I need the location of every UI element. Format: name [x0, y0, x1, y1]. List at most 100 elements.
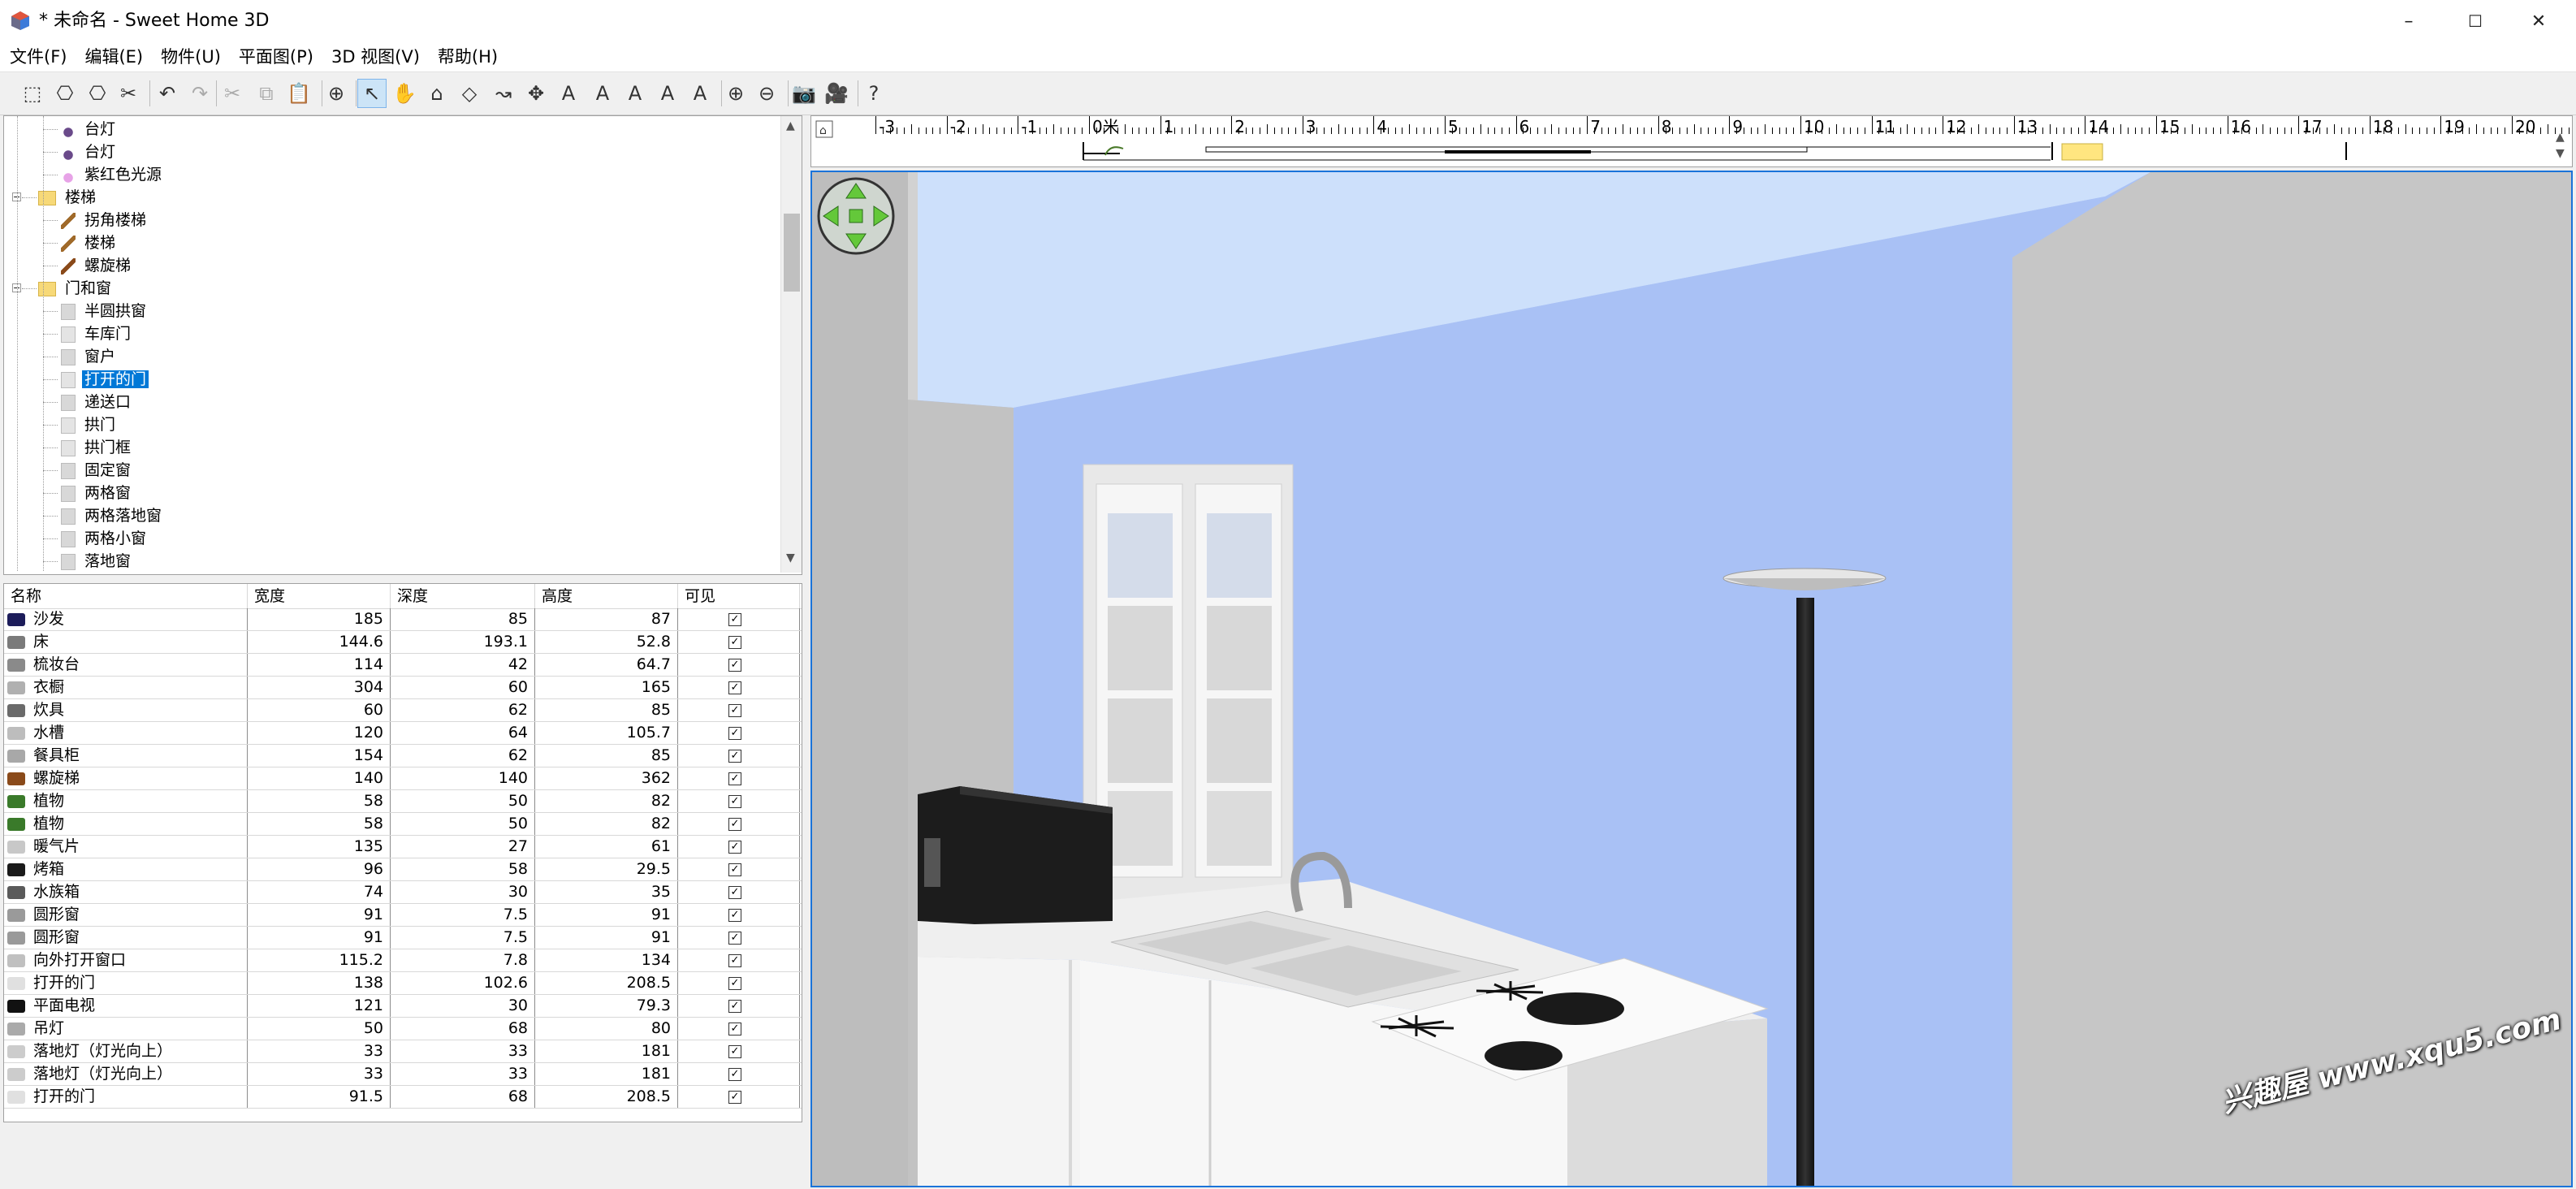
table-row[interactable]: 烤箱 96 58 29.5 ✓ [4, 858, 802, 881]
plan-scroll-down-icon[interactable]: ▼ [2556, 147, 2565, 160]
tree-scroll-thumb[interactable] [784, 214, 800, 292]
increase-text-icon[interactable]: A [588, 79, 617, 108]
copy-icon[interactable]: ⧉ [252, 79, 281, 108]
paste-icon[interactable]: 📋 [284, 79, 313, 108]
visible-checkbox[interactable]: ✓ [728, 977, 741, 990]
table-row[interactable]: 螺旋梯 140 140 362 ✓ [4, 767, 802, 790]
new-home-icon[interactable]: ⬚ [18, 79, 47, 108]
vertical-splitter[interactable] [804, 115, 810, 1187]
visible-checkbox[interactable]: ✓ [728, 932, 741, 945]
table-row[interactable]: 植物 58 50 82 ✓ [4, 813, 802, 836]
tree-item[interactable]: 固定窗 [61, 459, 133, 482]
open-icon[interactable]: ⎔ [50, 79, 80, 108]
furniture-catalog-tree[interactable]: 台灯 台灯 紫红色光源 楼梯 − 拐角楼梯 楼梯 螺旋梯 门和窗 − 半圆拱窗 车库门 窗户 打开的门 递送… [3, 115, 802, 575]
scroll-up-icon[interactable]: ▲ [786, 119, 795, 132]
visible-checkbox[interactable]: ✓ [728, 681, 741, 694]
table-row[interactable]: 落地灯（灯光向上） 33 33 181 ✓ [4, 1063, 802, 1086]
furniture-table[interactable]: 名称 宽度 深度 高度 可见 沙发 185 85 87 ✓ 床 144.6 193.1 52.8… [3, 583, 802, 1122]
select-icon[interactable]: ↖ [357, 79, 387, 108]
table-row[interactable]: 梳妆台 114 42 64.7 ✓ [4, 654, 802, 677]
scroll-down-icon[interactable]: ▼ [786, 551, 795, 564]
menu-file[interactable]: 文件(F) [0, 42, 75, 71]
tree-item[interactable]: 台灯 [61, 118, 118, 141]
tree-item[interactable]: 递送口 [61, 391, 133, 413]
undo-icon[interactable]: ↶ [153, 79, 182, 108]
cut-tool-icon[interactable]: ✂ [114, 79, 143, 108]
visible-checkbox[interactable]: ✓ [728, 818, 741, 831]
visible-checkbox[interactable]: ✓ [728, 727, 741, 740]
visible-checkbox[interactable]: ✓ [728, 1068, 741, 1081]
plan-scroll-up-icon[interactable]: ▲ [2556, 131, 2565, 144]
column-visible[interactable]: 可见 [678, 584, 800, 608]
visible-checkbox[interactable]: ✓ [728, 795, 741, 808]
decrease-text-icon[interactable]: A [620, 79, 650, 108]
visible-checkbox[interactable]: ✓ [728, 750, 741, 763]
minimize-button[interactable]: – [2371, 0, 2446, 42]
bold-icon[interactable]: A [653, 79, 682, 108]
tree-item[interactable]: 打开的门 [61, 368, 150, 391]
tree-item[interactable]: 紫红色光源 [61, 163, 164, 186]
create-dimensions-icon[interactable]: ✥ [521, 79, 551, 108]
visible-checkbox[interactable]: ✓ [728, 704, 741, 717]
menu-plan[interactable]: 平面图(P) [229, 42, 322, 71]
tree-item[interactable]: 两格小窗 [61, 527, 149, 550]
tree-item[interactable]: 两格落地窗 [61, 504, 164, 527]
help-icon[interactable]: ? [859, 79, 888, 108]
visible-checkbox[interactable]: ✓ [728, 1023, 741, 1036]
zoom-in-icon[interactable]: ⊕ [721, 79, 750, 108]
add-furniture-icon[interactable]: ⊕ [322, 79, 351, 108]
tree-item[interactable]: 半圆拱窗 [61, 300, 149, 322]
table-row[interactable]: 水槽 120 64 105.7 ✓ [4, 722, 802, 745]
tree-item[interactable]: 拱门 [61, 413, 118, 436]
menu-3d-view[interactable]: 3D 视图(V) [322, 42, 428, 71]
visible-checkbox[interactable]: ✓ [728, 1000, 741, 1013]
photo-icon[interactable]: 📷 [789, 79, 819, 108]
create-polylines-icon[interactable]: ↝ [489, 79, 518, 108]
table-row[interactable]: 床 144.6 193.1 52.8 ✓ [4, 631, 802, 654]
table-row[interactable]: 向外打开窗口 115.2 7.8 134 ✓ [4, 949, 802, 972]
table-row[interactable]: 圆形窗 91 7.5 91 ✓ [4, 904, 802, 927]
visible-checkbox[interactable]: ✓ [728, 841, 741, 854]
tree-item[interactable]: 车库门 [61, 322, 133, 345]
tree-item[interactable]: 落地窗 [61, 550, 133, 573]
table-row[interactable]: 打开的门 91.5 68 208.5 ✓ [4, 1086, 802, 1109]
tree-item[interactable]: 螺旋梯 [61, 254, 133, 277]
redo-icon[interactable]: ↷ [185, 79, 214, 108]
create-walls-icon[interactable]: ⌂ [422, 79, 452, 108]
visible-checkbox[interactable]: ✓ [728, 1091, 741, 1104]
table-row[interactable]: 打开的门 138 102.6 208.5 ✓ [4, 972, 802, 995]
menu-edit[interactable]: 编辑(E) [75, 42, 151, 71]
tree-scrollbar[interactable]: ▲ ▼ [780, 116, 802, 573]
save-icon[interactable]: ⎔ [83, 79, 112, 108]
table-row[interactable]: 餐具柜 154 62 85 ✓ [4, 745, 802, 767]
cut-icon[interactable]: ✂ [218, 79, 247, 108]
table-row[interactable]: 平面电视 121 30 79.3 ✓ [4, 995, 802, 1018]
column-width[interactable]: 宽度 [248, 584, 391, 608]
tree-category[interactable]: 门和窗 [38, 277, 114, 300]
tree-item[interactable]: 窗户 [61, 345, 118, 368]
tree-category[interactable]: 楼梯 [38, 186, 98, 209]
visible-checkbox[interactable]: ✓ [728, 954, 741, 967]
table-row[interactable]: 炊具 60 62 85 ✓ [4, 699, 802, 722]
plan-view[interactable]: ⌂ -3 -2 -1 0米 1 2 3 4 5 6 7 8 9 10 11 12 13 14 15 16 17 18 19 2… [810, 115, 2573, 167]
tree-item[interactable]: 台灯 [61, 141, 118, 163]
table-row[interactable]: 落地灯（灯光向上） 33 33 181 ✓ [4, 1040, 802, 1063]
horizontal-splitter[interactable] [3, 575, 802, 583]
table-row[interactable]: 衣橱 304 60 165 ✓ [4, 677, 802, 699]
column-height[interactable]: 高度 [535, 584, 678, 608]
tree-item[interactable]: 拱门框 [61, 436, 133, 459]
visible-checkbox[interactable]: ✓ [728, 863, 741, 876]
column-depth[interactable]: 深度 [391, 584, 535, 608]
table-row[interactable]: 吊灯 50 68 80 ✓ [4, 1018, 802, 1040]
tree-item[interactable]: 楼梯 [61, 231, 118, 254]
add-text-icon[interactable]: A [554, 79, 583, 108]
italic-icon[interactable]: A [685, 79, 715, 108]
tree-item[interactable]: 拐角楼梯 [61, 209, 149, 231]
3d-view[interactable] [810, 171, 2573, 1187]
column-name[interactable]: 名称 [4, 584, 248, 608]
table-row[interactable]: 水族箱 74 30 35 ✓ [4, 881, 802, 904]
visible-checkbox[interactable]: ✓ [728, 772, 741, 785]
video-icon[interactable]: 🎥 [822, 79, 851, 108]
zoom-out-icon[interactable]: ⊖ [752, 79, 781, 108]
table-row[interactable]: 沙发 185 85 87 ✓ [4, 608, 802, 631]
